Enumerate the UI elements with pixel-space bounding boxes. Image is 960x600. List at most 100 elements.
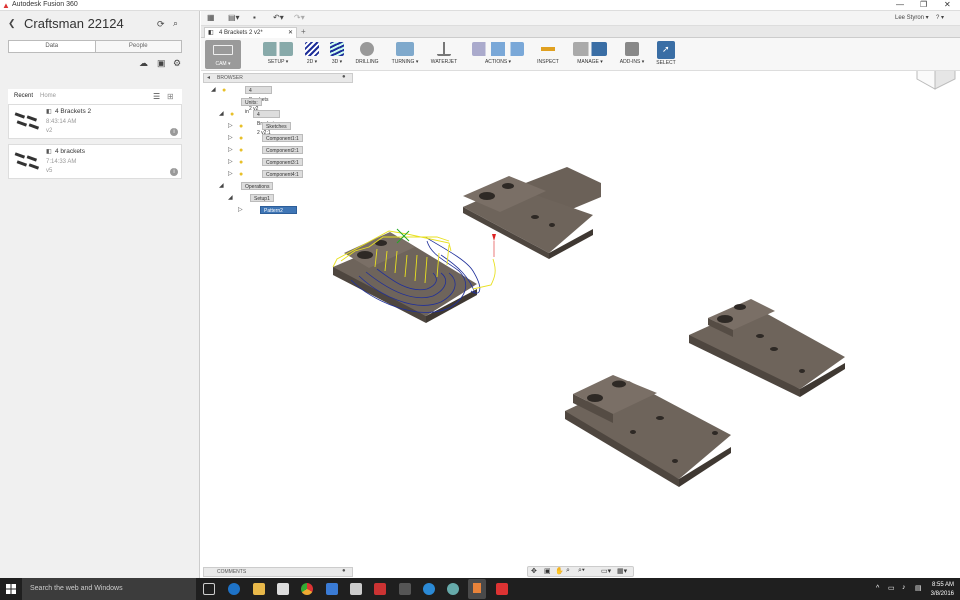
fusion-logo-icon: ▲ — [2, 1, 10, 10]
expand-icon[interactable]: ▷ — [228, 122, 233, 131]
new-folder-icon[interactable]: ☁ — [139, 58, 148, 69]
app-icon[interactable] — [447, 583, 459, 595]
redo-icon[interactable]: ↷▾ — [294, 13, 305, 22]
pin-icon[interactable]: ● — [342, 74, 346, 80]
recent-label[interactable]: Recent — [14, 93, 33, 99]
app-icon[interactable] — [399, 583, 411, 595]
display-settings-icon[interactable]: ▭▾ — [601, 567, 611, 575]
edge-icon[interactable] — [228, 583, 240, 595]
taskbar-clock[interactable]: 8:55 AM 3/8/2016 — [931, 581, 954, 599]
bracket-top[interactable] — [463, 167, 601, 259]
pin-icon[interactable]: ● — [342, 568, 346, 574]
drilling-button[interactable]: DRILLING — [354, 40, 380, 65]
bracket-right[interactable] — [689, 299, 845, 397]
close-button[interactable]: ✕ — [944, 0, 951, 9]
view-cube[interactable] — [915, 48, 957, 90]
pan-icon[interactable]: ✋ — [555, 567, 564, 575]
search-icon[interactable]: ⌕ — [173, 18, 178, 29]
manage-menu[interactable]: MANAGE ▾ — [572, 40, 608, 65]
addins-menu[interactable]: ADD-INS ▾ — [618, 40, 646, 65]
waterjet-button[interactable]: WATERJET — [429, 40, 459, 65]
look-at-icon[interactable]: ▣ — [544, 567, 551, 575]
2d-menu[interactable]: 2D ▾ — [303, 40, 321, 65]
zoom-icon[interactable]: ⌕ — [566, 567, 570, 575]
tab-people[interactable]: People — [95, 41, 181, 52]
document-tab[interactable]: ◧ 4 Brackets 2 v2* ✕ — [204, 27, 297, 38]
comments-bar[interactable]: COMMENTS ● — [203, 567, 353, 577]
bracket-bottom[interactable] — [565, 375, 731, 487]
app-icon[interactable] — [423, 583, 435, 595]
select-button[interactable]: ➚ — [657, 41, 675, 59]
gear-icon[interactable]: ⚙ — [173, 58, 181, 69]
orbit-icon[interactable]: ✥ — [531, 567, 537, 575]
app-icon[interactable] — [350, 583, 362, 595]
app-icon[interactable] — [496, 583, 508, 595]
expand-icon[interactable]: ▷ — [228, 158, 233, 167]
expand-icon[interactable]: ◢ — [211, 86, 216, 95]
lightbulb-icon[interactable]: ● — [230, 110, 234, 119]
setup-menu[interactable]: SETUP ▾ — [263, 40, 293, 65]
upload-icon[interactable]: ▣ — [157, 58, 166, 69]
grid-settings-icon[interactable]: ▦▾ — [617, 567, 627, 575]
turning-menu[interactable]: TURNING ▾ — [390, 40, 420, 65]
file-explorer-icon[interactable] — [253, 583, 265, 595]
grid-view-icon[interactable]: ⊞ — [167, 92, 174, 101]
model-viewport[interactable] — [201, 48, 960, 578]
user-menu[interactable]: Lee Styron ▾ — [895, 14, 929, 21]
3d-label: 3D ▾ — [331, 59, 343, 65]
taskbar-search[interactable]: Search the web and Windows — [22, 578, 196, 600]
viewport-canvas[interactable] — [201, 48, 960, 578]
lightbulb-icon[interactable]: ● — [239, 170, 243, 179]
chrome-icon[interactable] — [301, 583, 313, 595]
expand-icon[interactable]: ▷ — [228, 134, 233, 143]
info-icon[interactable]: i — [170, 168, 178, 176]
volume-icon[interactable]: ♪ — [902, 584, 906, 591]
3d-menu[interactable]: 3D ▾ — [328, 40, 346, 65]
expand-icon[interactable]: ▷ — [228, 146, 233, 155]
windows-start-icon[interactable] — [6, 584, 16, 594]
breadcrumb[interactable]: Home — [40, 93, 56, 99]
waterjet-icon — [437, 42, 451, 56]
save-icon[interactable]: ▪ — [253, 13, 256, 22]
file-card[interactable]: ◧ 4 Brackets 2 8:43:14 AM v2 i — [8, 104, 182, 139]
store-icon[interactable] — [277, 583, 289, 595]
expand-icon[interactable]: ▷ — [238, 206, 243, 215]
zoom-window-icon[interactable]: ⌕▾ — [578, 567, 585, 575]
info-icon[interactable]: i — [170, 128, 178, 136]
collapse-icon[interactable]: ◂ — [207, 74, 210, 81]
refresh-icon[interactable]: ⟳ — [157, 19, 165, 30]
minimize-button[interactable]: — — [896, 0, 904, 9]
select-label: SELECT — [656, 60, 676, 66]
help-menu[interactable]: ? ▾ — [936, 14, 944, 21]
expand-icon[interactable]: ◢ — [228, 194, 233, 203]
new-tab-icon[interactable]: + — [301, 27, 306, 36]
back-icon[interactable]: ❮ — [8, 18, 16, 29]
file-card[interactable]: ◧ 4 brackets 7:14:33 AM v5 i — [8, 144, 182, 179]
fusion360-taskbar-icon[interactable] — [468, 579, 486, 599]
network-icon[interactable]: ▭ — [888, 584, 895, 592]
maximize-button[interactable]: ❐ — [920, 0, 927, 9]
close-tab-icon[interactable]: ✕ — [288, 28, 293, 38]
grid-menu-icon[interactable]: ▦ — [207, 13, 215, 22]
mail-icon[interactable] — [326, 583, 338, 595]
expand-icon[interactable]: ▷ — [228, 170, 233, 179]
inspect-button[interactable]: INSPECT — [536, 40, 560, 65]
undo-icon[interactable]: ↶▾ — [273, 13, 284, 22]
file-menu-icon[interactable]: ▤▾ — [228, 13, 240, 22]
lightbulb-icon[interactable]: ● — [239, 122, 243, 131]
task-view-icon[interactable] — [203, 583, 215, 595]
tab-data[interactable]: Data — [9, 41, 96, 52]
expand-icon[interactable]: ◢ — [219, 182, 224, 191]
expand-icon[interactable]: ◢ — [219, 110, 224, 119]
actions-menu[interactable]: ACTIONS ▾ — [469, 40, 527, 65]
list-view-icon[interactable]: ☰ — [153, 92, 160, 101]
workspace-switcher[interactable]: CAM ▾ — [205, 40, 241, 69]
browser-header[interactable]: ◂ BROWSER ● — [203, 73, 353, 83]
action-center-icon[interactable]: ▤ — [915, 584, 922, 592]
tray-chevron-icon[interactable]: ^ — [876, 585, 879, 592]
lightbulb-icon[interactable]: ● — [222, 86, 226, 95]
lightbulb-icon[interactable]: ● — [239, 134, 243, 143]
lightbulb-icon[interactable]: ● — [239, 158, 243, 167]
lightbulb-icon[interactable]: ● — [239, 146, 243, 155]
app-icon[interactable] — [374, 583, 386, 595]
